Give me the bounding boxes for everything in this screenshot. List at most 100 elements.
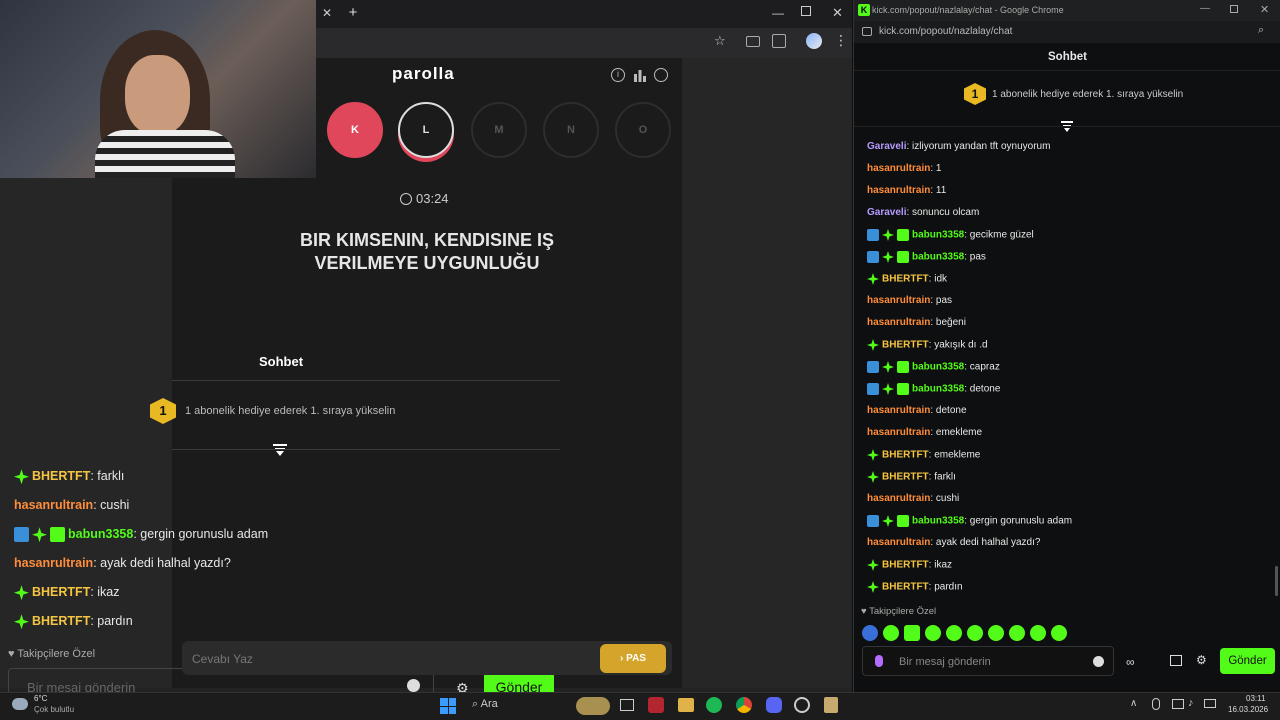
chat-username[interactable]: Garaveli	[867, 207, 906, 218]
emote-icon[interactable]	[925, 624, 941, 641]
new-tab-button[interactable]: +	[344, 4, 362, 22]
chat-text: : gergin gorunuslu adam	[133, 527, 269, 541]
question-text: BIR KIMSENIN, KENDISINE IŞ VERILMEYE UYG…	[172, 229, 682, 275]
emote-icon[interactable]	[904, 624, 920, 641]
chat-username[interactable]: hasanrultrain	[867, 405, 930, 416]
emote-icon[interactable]	[1051, 624, 1067, 641]
chat-username[interactable]: babun3358	[912, 362, 964, 373]
chat-message: BHERTFT: pardın	[867, 581, 963, 593]
answer-input[interactable]: Cevabı Yaz	[182, 641, 672, 675]
chat-username[interactable]: BHERTFT	[32, 614, 90, 628]
emote-icon[interactable]	[967, 624, 983, 641]
chat-message-input[interactable]: Bir mesaj gönderin	[862, 646, 1114, 676]
search-highlight-image[interactable]	[576, 697, 610, 715]
chat-settings-icon[interactable]: ⚙	[1196, 653, 1207, 667]
chat-username[interactable]: BHERTFT	[882, 274, 929, 285]
discord-icon[interactable]	[766, 697, 782, 713]
chat-username[interactable]: BHERTFT	[32, 469, 90, 483]
minimize-icon[interactable]: —	[772, 6, 784, 20]
chat-minimize-icon[interactable]: —	[1200, 3, 1210, 14]
maximize-icon[interactable]	[801, 6, 811, 16]
zoom-search-icon[interactable]: ⌕	[1258, 24, 1264, 37]
file-explorer-icon[interactable]	[678, 698, 694, 712]
clock-date[interactable]: 16.03.2026	[1228, 705, 1268, 714]
chat-username[interactable]: hasanrultrain	[867, 185, 930, 196]
tray-mic-icon[interactable]	[1152, 698, 1160, 710]
chat-scrollbar[interactable]	[1275, 566, 1278, 596]
emote-icon[interactable]	[988, 624, 1004, 641]
chat-url[interactable]: kick.com/popout/nazlalay/chat	[879, 26, 1012, 37]
chat-username[interactable]: Garaveli	[867, 141, 906, 152]
windows-start-icon[interactable]	[440, 698, 456, 714]
clock-time[interactable]: 03:11	[1246, 694, 1265, 703]
emoji-icon[interactable]	[407, 679, 420, 692]
info-icon[interactable]: i	[611, 68, 625, 82]
task-view-icon[interactable]	[620, 699, 634, 711]
weather-desc[interactable]: Çok bulutlu	[34, 705, 74, 714]
chat-username[interactable]: hasanrultrain	[867, 317, 930, 328]
chat-username[interactable]: hasanrultrain	[14, 498, 93, 512]
emote-icon[interactable]	[883, 624, 899, 641]
chat-username[interactable]: BHERTFT	[882, 560, 929, 571]
extensions-icon[interactable]	[772, 34, 786, 48]
chat-scroll-icon[interactable]	[1061, 119, 1073, 132]
chat-username[interactable]: hasanrultrain	[867, 537, 930, 548]
spotify-icon[interactable]	[706, 697, 722, 713]
site-info-icon[interactable]	[862, 27, 872, 36]
chat-emoji-icon[interactable]	[1093, 656, 1104, 667]
chat-username[interactable]: babun3358	[68, 527, 133, 541]
letter-circle-o: O	[615, 102, 671, 158]
chat-username[interactable]: hasanrultrain	[14, 556, 93, 570]
chat-username[interactable]: babun3358	[912, 230, 964, 241]
chat-username[interactable]: hasanrultrain	[867, 427, 930, 438]
profile-icon[interactable]	[654, 68, 668, 82]
bookmark-star-icon[interactable]: ☆	[714, 33, 726, 49]
chat-username[interactable]: babun3358	[912, 252, 964, 263]
chat-username[interactable]: babun3358	[912, 516, 964, 527]
chat-username[interactable]: BHERTFT	[882, 340, 929, 351]
taskbar: 6°C Çok bulutlu ⌕ Ara ∧ ♪ 03:11 16.03.20…	[0, 692, 1280, 720]
emote-icon[interactable]	[1009, 624, 1025, 641]
chat-username[interactable]: hasanrultrain	[867, 163, 930, 174]
profile-avatar[interactable]	[806, 33, 822, 49]
chat-username[interactable]: hasanrultrain	[867, 493, 930, 504]
pass-button[interactable]: › PAS	[600, 644, 666, 673]
weather-icon[interactable]	[12, 698, 28, 710]
chat-username[interactable]: BHERTFT	[32, 585, 90, 599]
pocketcasts-app-icon[interactable]	[648, 697, 664, 713]
chat-text: : capraz	[964, 361, 1000, 373]
chat-username[interactable]: BHERTFT	[882, 472, 929, 483]
tab-close-button[interactable]: ✕	[322, 6, 332, 20]
tray-battery-icon[interactable]	[1204, 699, 1216, 708]
cast-icon[interactable]	[746, 36, 760, 47]
chat-text: : emekleme	[930, 427, 983, 438]
close-window-icon[interactable]: ✕	[832, 5, 843, 21]
chat-text: : pardın	[928, 581, 963, 593]
store-icon[interactable]	[1170, 655, 1182, 666]
loop-icon[interactable]: ∞	[1126, 655, 1135, 669]
league-client-icon[interactable]	[824, 697, 838, 713]
moderator-badge-icon	[867, 515, 879, 527]
chat-username[interactable]: BHERTFT	[882, 582, 929, 593]
taskbar-search[interactable]: ⌕ Ara	[472, 698, 498, 711]
emote-icon[interactable]	[862, 624, 878, 641]
emote-icon[interactable]	[946, 624, 962, 641]
weather-temp[interactable]: 6°C	[34, 694, 47, 703]
chat-username[interactable]: babun3358	[912, 384, 964, 395]
chat-username[interactable]: BHERTFT	[882, 450, 929, 461]
app-icon[interactable]	[794, 697, 810, 713]
menu-dots-icon[interactable]: ⋮	[834, 32, 848, 49]
tray-volume-icon[interactable]: ♪	[1188, 697, 1194, 709]
chat-send-button[interactable]: Gönder	[1220, 648, 1275, 674]
chat-maximize-icon[interactable]	[1230, 5, 1238, 13]
tray-chevron-icon[interactable]: ∧	[1130, 698, 1137, 709]
tray-network-icon[interactable]	[1172, 699, 1184, 709]
emote-icon[interactable]	[1030, 624, 1046, 641]
stats-icon[interactable]	[633, 68, 647, 82]
chrome-icon[interactable]	[736, 697, 752, 713]
chat-username[interactable]: hasanrultrain	[867, 295, 930, 306]
chat-text: : gecikme güzel	[964, 229, 1034, 241]
mic-icon[interactable]	[875, 655, 883, 667]
chat-close-icon[interactable]: ✕	[1260, 3, 1269, 16]
chat-message: BHERTFT: farklı	[14, 469, 124, 485]
